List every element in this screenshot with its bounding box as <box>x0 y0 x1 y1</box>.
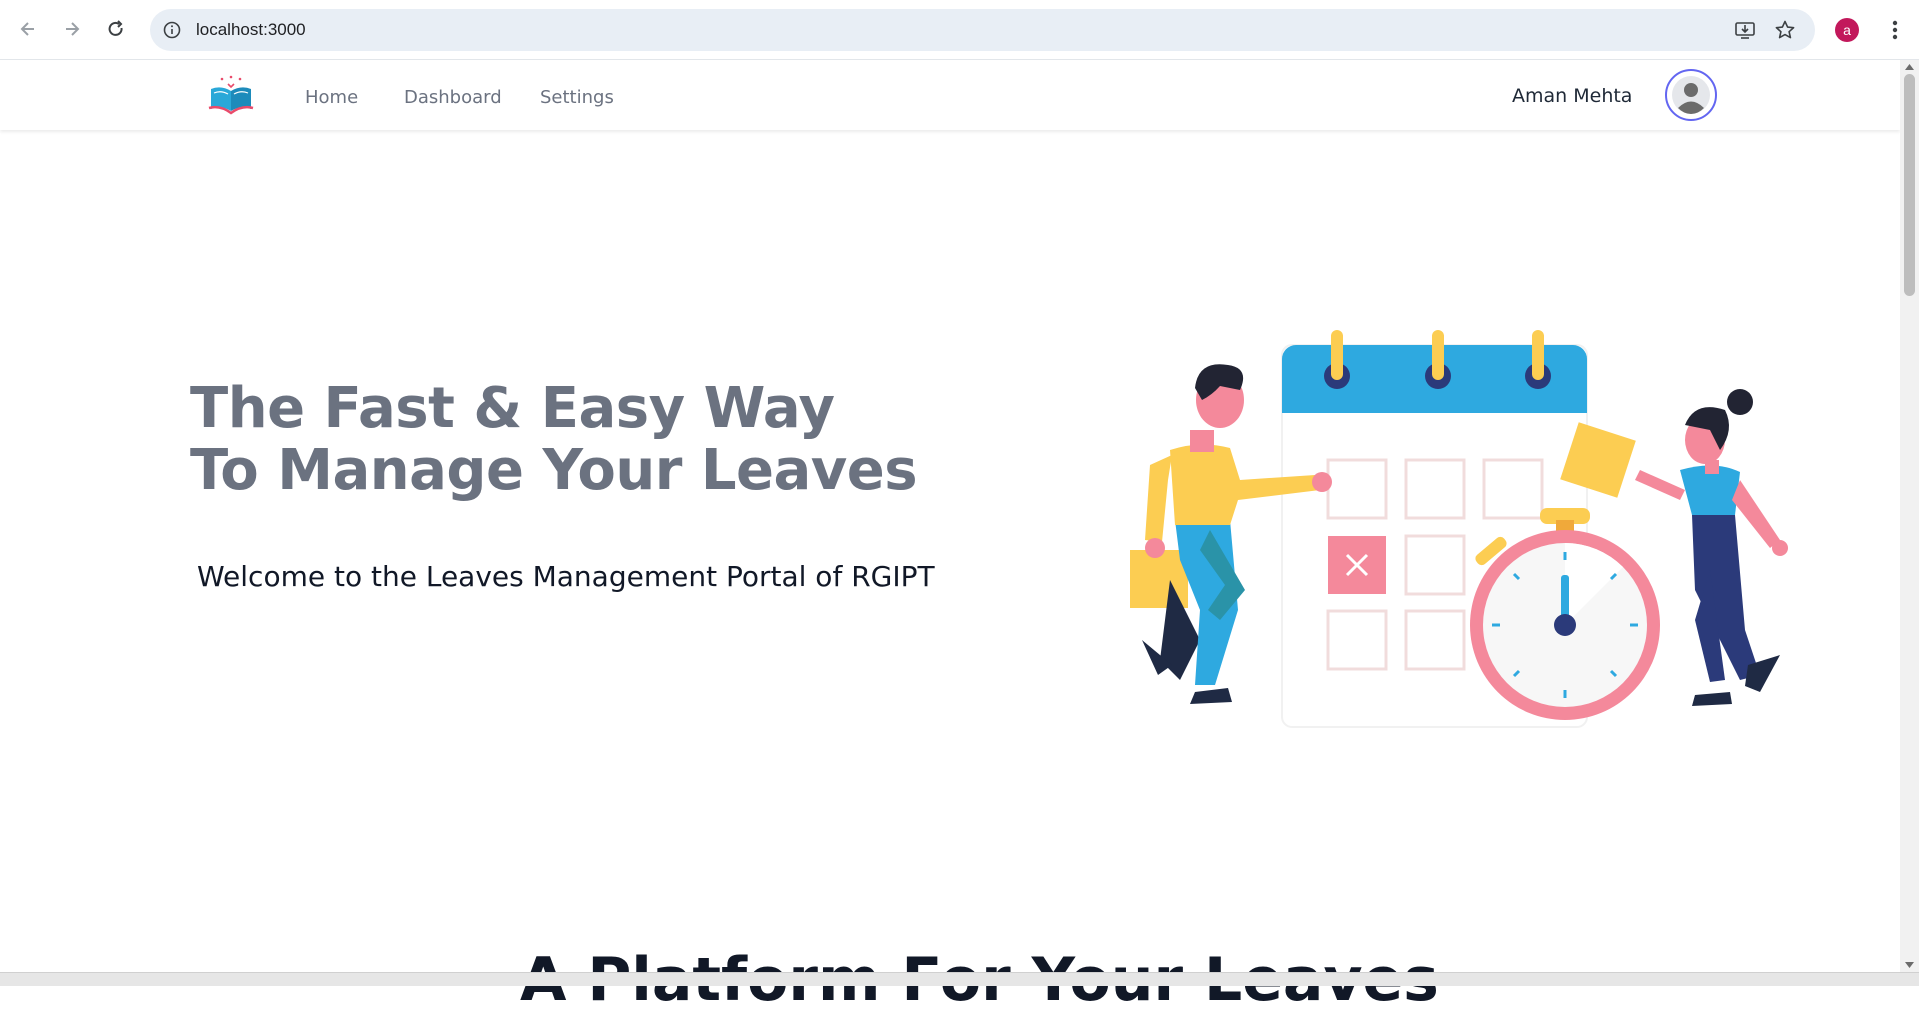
install-app-icon[interactable] <box>1734 19 1756 41</box>
nav-dashboard[interactable]: Dashboard <box>404 87 502 108</box>
address-bar[interactable]: localhost:3000 <box>150 9 1815 51</box>
back-icon[interactable] <box>12 13 44 45</box>
scroll-up-arrow-icon[interactable] <box>1904 62 1915 72</box>
nav-settings[interactable]: Settings <box>540 87 614 108</box>
browser-profile-avatar[interactable]: a <box>1835 18 1859 42</box>
page-scrollbar[interactable] <box>1900 60 1919 972</box>
scroll-thumb[interactable] <box>1904 74 1915 296</box>
forward-icon[interactable] <box>56 13 88 45</box>
hero-title-line-1: The Fast & Easy Way <box>190 376 835 441</box>
bookmark-star-icon[interactable] <box>1774 19 1796 41</box>
hero-title-line-2: To Manage Your Leaves <box>190 438 918 503</box>
hero-title: The Fast & Easy Way To Manage Your Leave… <box>190 376 918 503</box>
scroll-down-arrow-icon[interactable] <box>1904 960 1915 970</box>
browser-menu-icon[interactable] <box>1885 16 1905 44</box>
nav-home[interactable]: Home <box>305 87 358 108</box>
browser-toolbar: localhost:3000 a <box>0 0 1919 60</box>
user-avatar-icon <box>1672 76 1710 114</box>
calendar-illustration <box>1130 330 1788 728</box>
user-name[interactable]: Aman Mehta <box>1512 85 1632 107</box>
hero-subtitle: Welcome to the Leaves Management Portal … <box>197 560 935 593</box>
url-text[interactable]: localhost:3000 <box>196 20 306 40</box>
reload-icon[interactable] <box>100 13 132 45</box>
user-avatar[interactable] <box>1665 69 1717 121</box>
book-logo-icon[interactable] <box>208 75 254 115</box>
site-navbar: Home Dashboard Settings Aman Mehta <box>0 60 1900 130</box>
site-info-icon[interactable] <box>162 20 182 40</box>
os-taskbar <box>0 972 1919 986</box>
